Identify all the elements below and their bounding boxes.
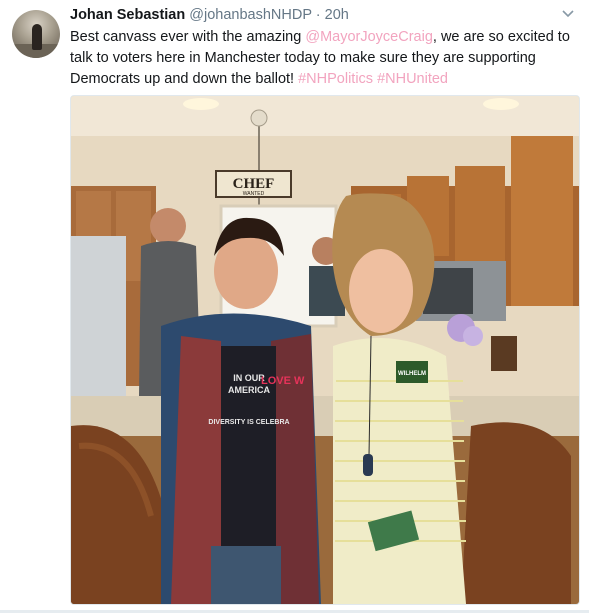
author-name[interactable]: Johan Sebastian: [70, 7, 185, 23]
author-handle[interactable]: @johanbashNHDP: [189, 7, 311, 23]
sign-main-text: CHEF: [233, 176, 275, 192]
shirt-line-3: LOVE W: [261, 375, 305, 387]
tweet-card[interactable]: Johan Sebastian @johanbashNHDP · 20h Bes…: [0, 0, 589, 613]
header-separator: ·: [315, 7, 321, 23]
sticker-text: WILHELM: [398, 371, 426, 377]
tweet-photo[interactable]: CHEF WANTED IN OUR AMERICA LOVE W DIVERS…: [70, 95, 580, 605]
shirt-line-4: DIVERSITY IS CELEBRA: [208, 419, 289, 426]
tweet-text: Best canvass ever with the amazing @Mayo…: [70, 27, 570, 90]
tweet-header: Johan Sebastian @johanbashNHDP · 20h: [70, 7, 559, 25]
hashtag-nhpolitics[interactable]: #NHPolitics: [298, 71, 373, 87]
tweet-text-part1: Best canvass ever with the amazing: [70, 29, 306, 45]
chevron-down-icon[interactable]: [561, 9, 575, 19]
sign-sub-text: WANTED: [243, 191, 265, 197]
hashtag-nhunited[interactable]: #NHUnited: [377, 71, 448, 87]
author-avatar[interactable]: [12, 10, 60, 58]
avatar-figure: [32, 24, 42, 50]
kitchen-photo: CHEF WANTED IN OUR AMERICA LOVE W DIVERS…: [71, 96, 579, 604]
mention-link[interactable]: @MayorJoyceCraig: [305, 29, 433, 45]
tweet-timestamp[interactable]: 20h: [325, 7, 349, 23]
